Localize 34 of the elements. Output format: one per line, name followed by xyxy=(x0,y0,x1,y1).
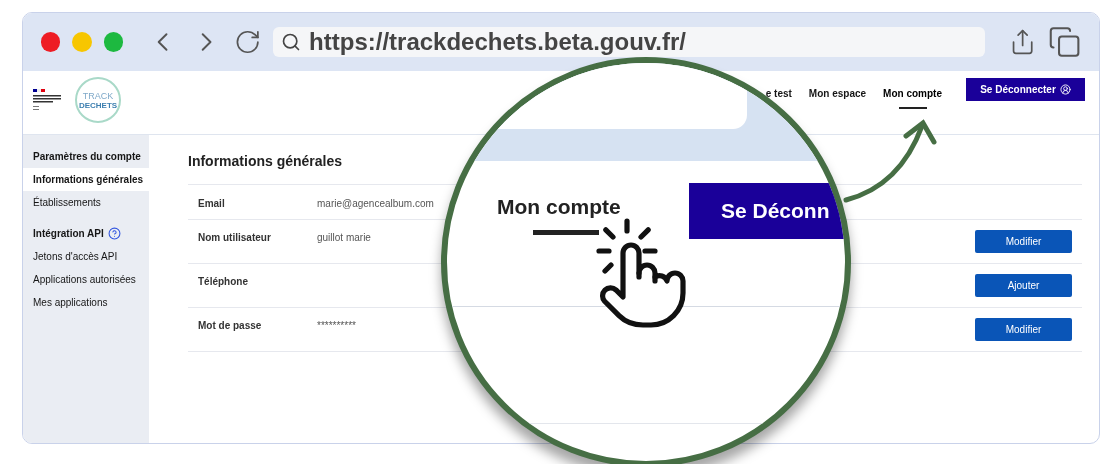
address-bar[interactable]: https://trackdechets.beta.gouv.fr/ xyxy=(273,27,985,57)
nav-link[interactable]: Mon espace xyxy=(808,86,867,101)
sidebar-heading: Paramètres du compte xyxy=(32,150,142,164)
edit-button[interactable]: Modifier xyxy=(975,318,1072,341)
edit-button[interactable]: Ajouter xyxy=(975,274,1072,297)
sidebar-item[interactable]: Établissements xyxy=(23,191,149,214)
field-label: Email xyxy=(198,197,226,211)
logout-button[interactable]: Se Déconnecter xyxy=(966,78,1085,101)
field-label: Nom utilisateur xyxy=(198,231,272,245)
copy-icon[interactable] xyxy=(1047,25,1081,59)
nav-link[interactable]: e test xyxy=(765,86,792,101)
search-icon xyxy=(281,32,302,52)
field-label: Mot de passe xyxy=(198,319,263,333)
page-title: Informations générales xyxy=(188,152,344,171)
logo-text: TRACK xyxy=(82,90,114,101)
trackdechets-logo[interactable]: TRACK DECHETS xyxy=(75,77,121,123)
ministry-logo-icon xyxy=(33,87,63,113)
close-window-icon[interactable] xyxy=(41,32,61,52)
sidebar-item[interactable]: Mes applications xyxy=(23,291,149,314)
edit-button[interactable]: Modifier xyxy=(975,230,1072,253)
user-icon xyxy=(1059,84,1071,95)
magnified-button-label: Se Déconn xyxy=(721,198,830,225)
sidebar-heading: Intégration API xyxy=(33,227,104,241)
field-value: ********** xyxy=(317,319,356,333)
help-icon[interactable] xyxy=(107,227,121,240)
sidebar-item[interactable]: Informations générales xyxy=(23,168,149,191)
field-label: Téléphone xyxy=(198,275,249,289)
nav-link[interactable]: Mon compte xyxy=(883,86,942,109)
logo-text: DECHETS xyxy=(78,100,118,110)
field-value: guillot marie xyxy=(317,231,371,245)
sidebar-item[interactable]: Applications autorisées xyxy=(23,268,149,291)
url-text: https://trackdechets.beta.gouv.fr/ xyxy=(309,27,687,57)
sidebar-item[interactable]: Jetons d'accès API xyxy=(23,245,149,268)
field-value: marie@agencealbum.com xyxy=(317,197,434,211)
